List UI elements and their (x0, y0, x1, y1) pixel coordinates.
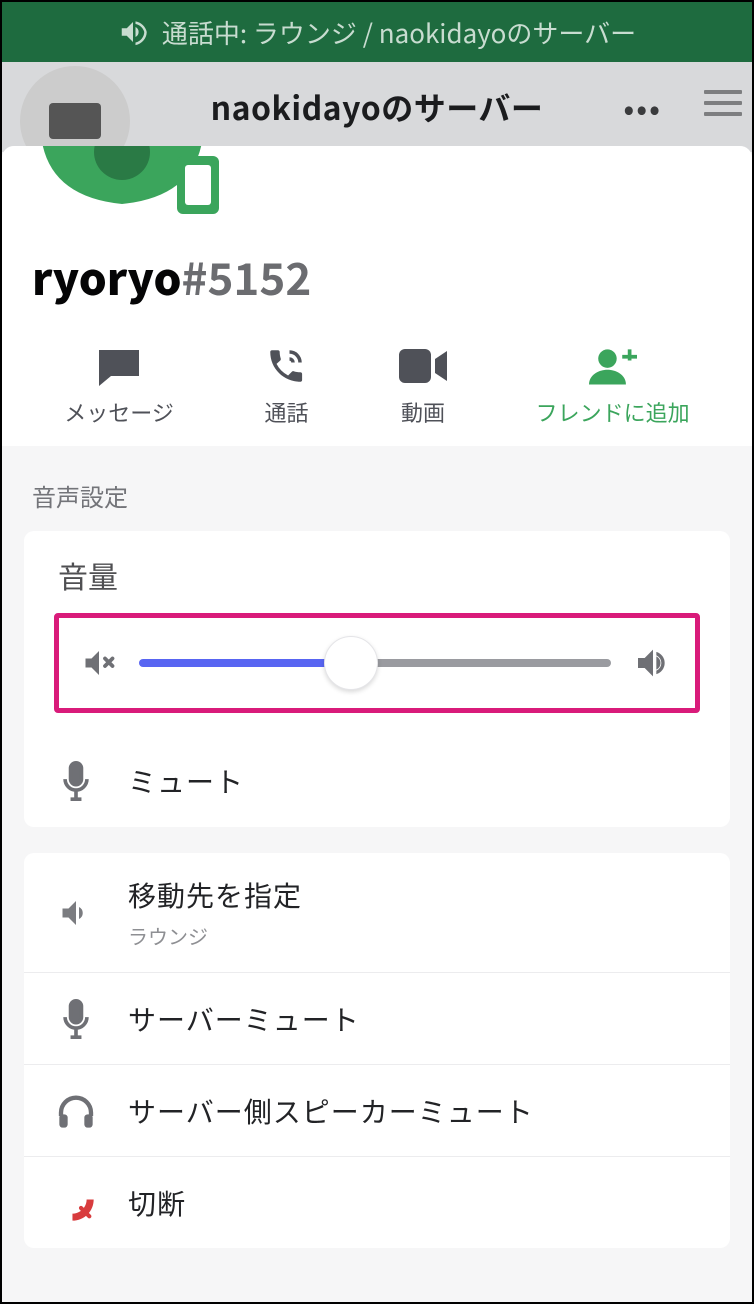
disconnect-icon (52, 1183, 100, 1223)
volume-row: 音量 (24, 531, 730, 735)
hamburger-menu-icon[interactable] (704, 90, 742, 116)
message-label: メッセージ (64, 396, 174, 428)
move-to-sub: ラウンジ (128, 921, 702, 950)
disconnect-label: 切断 (128, 1183, 702, 1223)
voice-connected-banner[interactable]: 通話中: ラウンジ / naokidayoのサーバー (2, 2, 752, 62)
mobile-online-icon (177, 156, 219, 214)
move-to-row[interactable]: 移動先を指定 ラウンジ (24, 853, 730, 972)
call-icon (262, 346, 310, 386)
server-deafen-label: サーバー側スピーカーミュート (128, 1091, 702, 1131)
add-friend-label: フレンドに追加 (536, 396, 690, 428)
video-icon (399, 346, 447, 386)
video-label: 動画 (401, 396, 445, 428)
server-mute-row[interactable]: サーバーミュート (24, 972, 730, 1064)
audio-settings-card: 音量 ミュート (24, 531, 730, 827)
message-icon (95, 346, 143, 386)
speaker-icon (118, 17, 148, 47)
volume-slider-thumb[interactable] (324, 636, 378, 690)
mute-label: ミュート (128, 761, 702, 801)
volume-slider[interactable] (139, 659, 611, 667)
audio-settings-title: 音声設定 (2, 446, 752, 531)
discriminator: #5152 (182, 244, 312, 308)
volume-label: 音量 (54, 553, 700, 603)
mute-row[interactable]: ミュート (24, 735, 730, 827)
message-button[interactable]: メッセージ (64, 346, 174, 428)
disconnect-row[interactable]: 切断 (24, 1156, 730, 1248)
add-friend-icon (589, 346, 637, 386)
user-tag: ryoryo#5152 (32, 244, 311, 308)
username: ryoryo (32, 244, 182, 308)
user-detail-sheet: ryoryo#5152 メッセージ 通話 動画 (2, 146, 752, 1302)
headphones-icon (52, 1092, 100, 1130)
profile-actions: メッセージ 通話 動画 (2, 346, 752, 428)
microphone-icon (52, 999, 100, 1039)
volume-slider-highlight (54, 613, 700, 713)
call-button[interactable]: 通話 (262, 346, 310, 428)
voice-connected-text: 通話中: ラウンジ / naokidayoのサーバー (162, 14, 636, 51)
server-mute-label: サーバーミュート (128, 999, 702, 1039)
server-deafen-row[interactable]: サーバー側スピーカーミュート (24, 1064, 730, 1156)
more-button[interactable]: ••• (623, 84, 662, 130)
speaker-icon (52, 895, 100, 931)
profile-header: ryoryo#5152 メッセージ 通話 動画 (2, 146, 752, 446)
video-button[interactable]: 動画 (399, 346, 447, 428)
server-header: naokidayoのサーバー ••• (2, 62, 752, 152)
server-voice-card: 移動先を指定 ラウンジ サーバーミュート サーバー側スピーカーミュー (24, 853, 730, 1248)
microphone-icon (52, 761, 100, 801)
add-friend-button[interactable]: フレンドに追加 (536, 346, 690, 428)
call-label: 通話 (264, 396, 308, 428)
volume-mute-icon (81, 645, 117, 681)
move-to-label: 移動先を指定 (128, 875, 702, 915)
volume-max-icon (633, 643, 673, 683)
